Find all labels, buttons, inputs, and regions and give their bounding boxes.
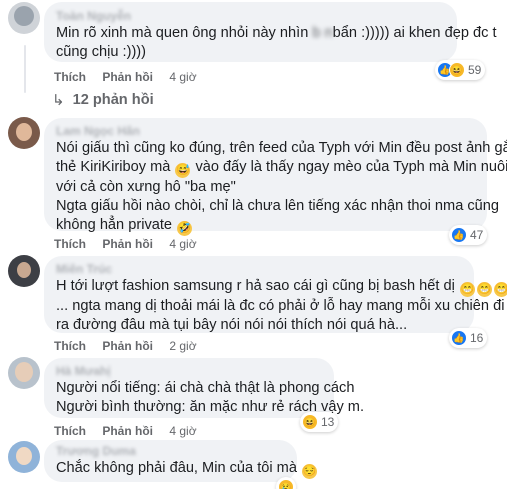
blurred-word: b n [312, 25, 333, 41]
laughing-face-icon: 😆 [449, 62, 465, 78]
emoji-face-icon: 😁 [459, 282, 475, 297]
like-button[interactable]: Thích [54, 424, 86, 438]
emoji-face-icon: 🤣 [177, 221, 193, 236]
comment-author[interactable]: Hà Mưahị [56, 363, 322, 379]
reaction-count: 47 [470, 228, 484, 242]
emoji-face-icon: 😢 [278, 479, 294, 489]
like-button[interactable]: Thích [54, 70, 86, 84]
avatar[interactable] [8, 2, 40, 34]
reaction-summary[interactable]: 👍 😆 59 [435, 60, 486, 80]
reaction-summary[interactable]: 👍 47 [449, 225, 488, 245]
comment-time[interactable]: 4 giờ [169, 237, 196, 251]
emoji-face-icon: 😔 [302, 464, 318, 479]
thumbs-up-icon: 👍 [451, 330, 467, 346]
comment-text: H tới lượt fashion samsung r hả sao cái … [56, 278, 507, 297]
comment-bubble: Trương Duma Chắc không phải đâu, Min của… [44, 440, 318, 482]
like-button[interactable]: Thích [54, 339, 86, 353]
comment-bubble: Miên Trúc H tới lượt fashion samsung r h… [44, 256, 507, 333]
reaction-count: 59 [468, 63, 482, 77]
comment-time[interactable]: 4 giờ [169, 70, 196, 84]
comment-actions: Thích Phản hồi 2 giờ [54, 339, 210, 353]
like-button[interactable]: Thích [54, 237, 86, 251]
emoji-face-icon: 😁 [493, 282, 507, 297]
comment-bubble: Toàn Nguyễn Min rõ xinh mà quen ông nhỏi… [44, 2, 497, 62]
avatar[interactable] [8, 357, 40, 389]
comment-time[interactable]: 2 giờ [169, 339, 196, 353]
comment-text: không hẳn private 🤣 [56, 217, 193, 236]
comment-text: Người bình thường: ăn mặc như rẻ rách vậ… [56, 399, 365, 415]
reply-button[interactable]: Phản hồi [102, 424, 153, 438]
emoji-face-icon: 😅 [175, 163, 191, 178]
reply-button[interactable]: Phản hồi [102, 237, 153, 251]
view-replies-link[interactable]: ↳ 12 phản hồi [52, 91, 154, 109]
comment-author[interactable]: Trương Duma [56, 443, 285, 459]
comment-text: Nói giấu thì cũng ko đúng, trên feed của… [56, 140, 507, 156]
comment-text: ra đường đâu mà tụi bây nói nói nói thíc… [56, 317, 408, 333]
comment-author[interactable]: Toàn Nguyễn [56, 8, 445, 24]
thread-line [24, 45, 26, 93]
reply-button[interactable]: Phản hồi [102, 339, 153, 353]
reaction-count: 13 [321, 415, 335, 429]
comment-actions: Thích Phản hồi 4 giờ [54, 424, 210, 438]
comment-actions: Thích Phản hồi 4 giờ [54, 70, 210, 84]
comment-text: Người nổi tiếng: ái chà chà thật là phon… [56, 380, 355, 396]
reaction-summary[interactable]: 👍 16 [449, 328, 488, 348]
comment-author[interactable]: Lam Ngọc Hân [56, 123, 475, 139]
replies-count: 12 phản hồi [72, 92, 154, 108]
laughing-face-icon: 😆 [302, 414, 318, 430]
comment-text: thẻ KiriKiriboy mà 😅 vào đấy là thấy nga… [56, 159, 507, 178]
comment-time[interactable]: 4 giờ [169, 424, 196, 438]
emoji-face-icon: 😁 [476, 282, 492, 297]
comment-text: Ngta giấu hồi nào chòi, chỉ là chưa lên … [56, 198, 500, 214]
comment-author[interactable]: Miên Trúc [56, 261, 462, 277]
thumbs-up-icon: 👍 [451, 227, 467, 243]
reaction-summary[interactable]: 😆 13 [300, 412, 339, 432]
reaction-count: 16 [470, 331, 484, 345]
comment-text: ... ngta mang dị thoải mái là đc có phải… [56, 298, 505, 314]
comment-text: Min rõ xinh mà quen ông nhỏi này nhìn b … [56, 25, 497, 41]
avatar[interactable] [8, 441, 40, 473]
comment-actions: Thích Phản hồi 4 giờ [54, 237, 210, 251]
avatar[interactable] [8, 117, 40, 149]
reply-button[interactable]: Phản hồi [102, 70, 153, 84]
reply-arrow-icon: ↳ [52, 92, 65, 109]
comment-bubble: Lam Ngọc Hân Nói giấu thì cũng ko đúng, … [44, 118, 507, 236]
comment-text: với cả còn xưng hô "ba mẹ" [56, 179, 236, 195]
comment-bubble: Hà Mưahị Người nổi tiếng: ái chà chà thậ… [44, 358, 365, 418]
comment-text: Chắc không phải đâu, Min của tôi mà 😔 [56, 460, 318, 479]
reaction-summary[interactable]: 😢 [276, 477, 296, 489]
avatar[interactable] [8, 255, 40, 287]
comment-text: cũng chịu :)))) [56, 44, 147, 60]
